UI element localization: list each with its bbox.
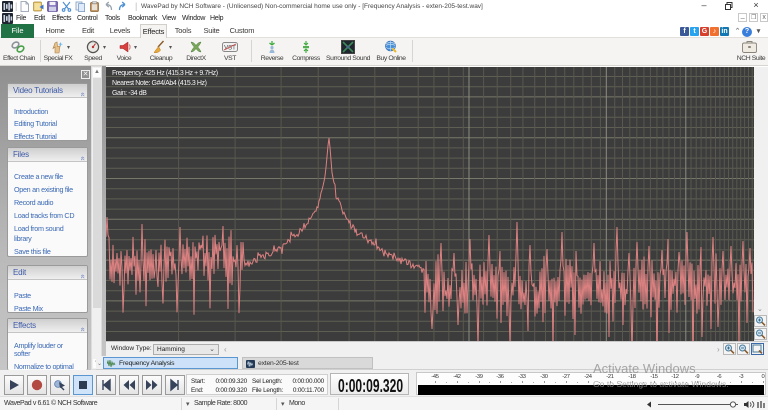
- svg-text:VST: VST: [224, 45, 236, 51]
